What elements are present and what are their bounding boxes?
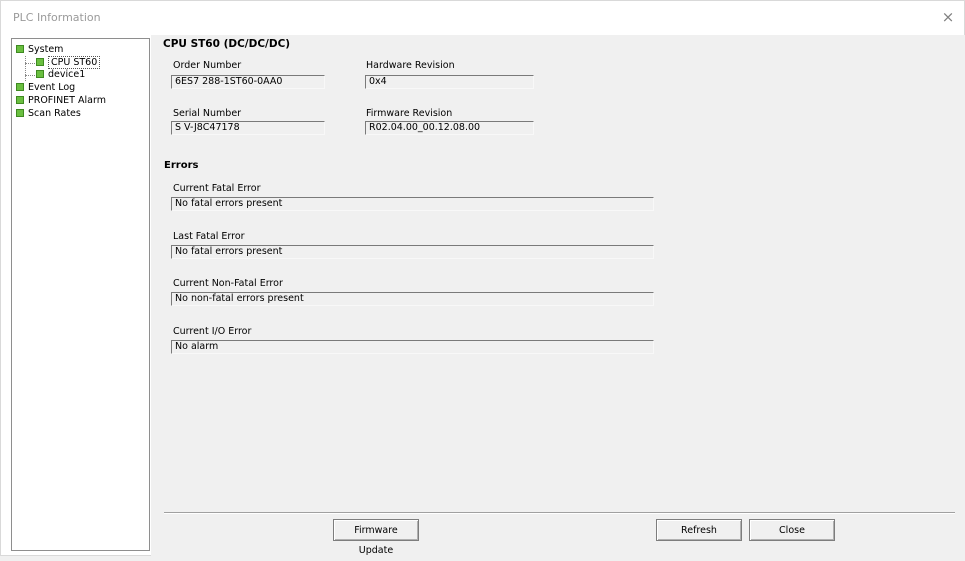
cpu-title: CPU ST60 (DC/DC/DC) [163,38,291,50]
last-fatal-error-field: No fatal errors present [171,245,654,259]
order-number-label: Order Number [173,60,242,71]
firmware-revision-label: Firmware Revision [366,108,453,119]
status-ok-icon [16,45,24,53]
hardware-revision-field: 0x4 [365,75,534,89]
tree-item-label: System [28,44,64,55]
status-ok-icon [36,58,44,66]
last-fatal-error-label: Last Fatal Error [173,231,245,242]
hardware-revision-label: Hardware Revision [366,60,455,71]
navigation-tree: System CPU ST60 device1 Event Log PROFIN… [11,38,150,551]
refresh-button[interactable]: Refresh [656,519,742,541]
current-fatal-error-field: No fatal errors present [171,197,654,211]
close-icon[interactable]: × [940,9,956,25]
tree-item-system[interactable]: System [16,44,63,56]
firmware-revision-field: R02.04.00_00.12.08.00 [365,121,534,135]
order-number-field: 6ES7 288-1ST60-0AA0 [171,75,325,89]
tree-item-scan-rates[interactable]: Scan Rates [16,108,81,120]
current-fatal-error-label: Current Fatal Error [173,183,261,194]
tree-item-label: CPU ST60 [48,56,101,69]
tree-connector [25,63,35,64]
footer-separator [164,512,955,514]
tree-item-label: device1 [48,69,86,80]
status-ok-icon [36,70,44,78]
tree-item-event-log[interactable]: Event Log [16,82,75,94]
tree-item-label: Event Log [28,82,76,93]
tree-item-device1[interactable]: device1 [36,69,85,81]
serial-number-field: S V-J8C47178 [171,121,325,135]
title-bar: PLC Information × [1,1,964,35]
tree-item-cpu-st60[interactable]: CPU ST60 [36,56,101,69]
close-button[interactable]: Close [749,519,835,541]
current-io-error-label: Current I/O Error [173,326,252,337]
current-non-fatal-error-label: Current Non-Fatal Error [173,278,283,289]
tree-connector [25,56,26,81]
window-title: PLC Information [13,11,101,24]
tree-connector [25,75,35,76]
tree-item-label: Scan Rates [28,108,81,119]
status-ok-icon [16,83,24,91]
current-io-error-field: No alarm [171,340,654,354]
tree-item-profinet-alarm[interactable]: PROFINET Alarm [16,95,106,107]
firmware-update-button[interactable]: Firmware Update [333,519,419,556]
current-non-fatal-error-field: No non-fatal errors present [171,292,654,306]
serial-number-label: Serial Number [173,108,242,119]
errors-title: Errors [164,160,199,171]
status-ok-icon [16,96,24,104]
tree-item-label: PROFINET Alarm [28,95,106,106]
plc-information-dialog: PLC Information × System CPU ST60 device… [0,0,965,557]
status-ok-icon [16,109,24,117]
